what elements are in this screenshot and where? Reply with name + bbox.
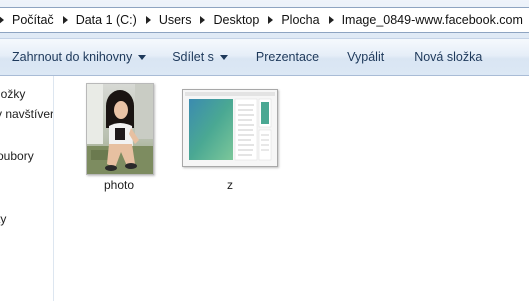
breadcrumb-item-drive[interactable]: Data 1 (C:) [72, 9, 140, 31]
new-folder-label: Nová složka [414, 50, 483, 64]
chevron-down-icon [219, 54, 228, 60]
breadcrumb-item-computer[interactable]: Počítač [8, 9, 57, 31]
chevron-right-icon[interactable] [0, 16, 4, 24]
breadcrumb-item-desktop[interactable]: Desktop [209, 9, 262, 31]
slideshow-label: Prezentace [255, 50, 320, 64]
chevron-right-icon[interactable] [62, 16, 68, 24]
share-with-button[interactable]: Sdílet s [166, 45, 234, 69]
burn-button[interactable]: Vypálit [341, 45, 390, 69]
share-with-label: Sdílet s [172, 50, 214, 64]
command-bar: Zahrnout do knihovny Sdílet s Prezentace… [0, 39, 529, 76]
nav-item-folders[interactable]: ložky [0, 87, 25, 101]
new-folder-button[interactable]: Nová složka [408, 45, 488, 69]
window-thumbnail-icon [182, 89, 278, 167]
file-list-area: photo z [54, 76, 529, 301]
window-preview-icon [183, 90, 277, 166]
file-item-z[interactable]: z [54, 76, 314, 201]
breadcrumb-item-plocha[interactable]: Plocha [277, 9, 322, 31]
chevron-down-icon [138, 54, 147, 60]
chevron-right-icon[interactable] [145, 16, 151, 24]
address-bar: Počítač Data 1 (C:) Users Desktop Plocha… [0, 0, 529, 39]
breadcrumb-item-current-folder[interactable]: Image_0849-www.facebook.com [338, 9, 526, 31]
include-in-library-label: Zahrnout do knihovny [12, 50, 133, 64]
burn-label: Vypálit [347, 50, 385, 64]
nav-item-files[interactable]: oubory [0, 149, 34, 163]
nav-item-computer[interactable]: ty [0, 212, 6, 226]
breadcrumb[interactable]: Počítač Data 1 (C:) Users Desktop Plocha… [0, 7, 529, 33]
chevron-right-icon[interactable] [328, 16, 334, 24]
slideshow-button[interactable]: Prezentace [250, 45, 325, 69]
file-name-label: z [227, 178, 233, 192]
include-in-library-button[interactable]: Zahrnout do knihovny [6, 45, 152, 69]
navigation-pane: ložky y navštíver oubory ty [0, 76, 54, 301]
chevron-right-icon[interactable] [200, 16, 206, 24]
chevron-right-icon[interactable] [268, 16, 274, 24]
breadcrumb-item-users[interactable]: Users [155, 9, 195, 31]
explorer-window: Počítač Data 1 (C:) Users Desktop Plocha… [0, 0, 529, 301]
nav-item-recent-places[interactable]: y navštíver [0, 107, 53, 121]
